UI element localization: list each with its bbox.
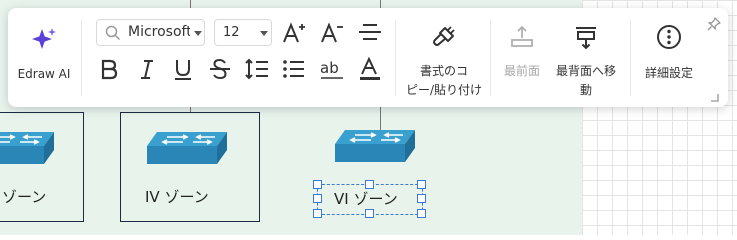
format-painter-button[interactable]: 書式のコ ピー/貼り付け <box>398 8 490 107</box>
increase-font-size-button[interactable] <box>281 20 307 46</box>
pin-icon <box>707 17 721 31</box>
font-color-icon <box>360 56 380 80</box>
font-decrease-icon <box>321 22 343 43</box>
separator <box>81 20 82 96</box>
resize-handle[interactable] <box>417 180 426 189</box>
details-label: 詳細設定 <box>644 66 693 80</box>
bullet-list-button[interactable] <box>281 56 307 82</box>
line-spacing-icon <box>245 58 268 80</box>
chevron-down-icon <box>194 31 202 36</box>
zone-label[interactable]: VI ゾーン <box>334 188 398 209</box>
send-to-back-icon <box>576 27 596 50</box>
svg-text:ab: ab <box>320 59 339 77</box>
resize-handle[interactable] <box>417 194 426 203</box>
italic-button[interactable] <box>134 56 160 82</box>
format-painter-label: 書式のコ ピー/貼り付け <box>405 64 483 97</box>
pin-toolbar-button[interactable] <box>706 16 722 32</box>
strikethrough-button[interactable] <box>207 56 233 82</box>
align-center-icon <box>359 24 381 40</box>
bold-icon <box>101 59 118 80</box>
underline-icon <box>175 60 191 80</box>
resize-handle[interactable] <box>313 209 322 218</box>
decrease-font-size-button[interactable] <box>319 20 345 46</box>
edraw-ai-button[interactable]: Edraw AI <box>8 8 80 107</box>
bring-to-front-icon <box>511 25 533 47</box>
bring-to-front-label: 最前面 <box>503 64 540 78</box>
search-icon <box>105 25 121 41</box>
resize-handle[interactable] <box>417 209 426 218</box>
separator <box>490 20 491 96</box>
send-to-back-label: 最背面へ移 動 <box>555 64 616 97</box>
line-spacing-button[interactable] <box>244 56 270 82</box>
paintbrush-icon <box>433 26 455 46</box>
network-switch-icon[interactable] <box>143 128 233 172</box>
sparkle-icon <box>32 28 56 49</box>
more-options-icon <box>657 25 681 49</box>
zone-label: IV ゾーン <box>145 188 209 206</box>
edraw-ai-label: Edraw AI <box>17 67 71 81</box>
bold-button[interactable] <box>96 56 122 82</box>
resize-corner-icon <box>711 94 719 102</box>
font-size-value: 12 <box>223 25 240 40</box>
zone-label: ゾーン <box>2 188 47 206</box>
font-size-select[interactable]: 12 <box>214 19 272 46</box>
details-button[interactable]: 詳細設定 <box>634 8 704 107</box>
resize-handle[interactable] <box>365 209 374 218</box>
underline-button[interactable] <box>170 56 196 82</box>
send-to-back-button[interactable]: 最背面へ移 動 <box>550 8 622 107</box>
font-increase-icon <box>283 22 305 43</box>
bring-to-front-button[interactable]: 最前面 <box>494 8 550 107</box>
resize-handle[interactable] <box>313 180 322 189</box>
floating-toolbar: Edraw AI Microsoft 12 ab 書式のコ ピー/貼り付け 最前… <box>8 8 728 107</box>
separator <box>395 20 396 96</box>
strikethrough-icon <box>210 58 230 80</box>
font-color-button[interactable] <box>357 56 383 82</box>
chevron-down-icon <box>260 31 268 36</box>
network-switch-icon[interactable] <box>331 126 421 170</box>
separator <box>630 20 631 96</box>
network-switch-icon[interactable] <box>0 128 60 172</box>
text-case-button[interactable]: ab <box>319 56 345 82</box>
resize-handle[interactable] <box>313 194 322 203</box>
text-align-button[interactable] <box>357 20 383 46</box>
text-case-icon: ab <box>320 59 343 79</box>
font-family-select[interactable]: Microsoft <box>96 19 205 46</box>
font-family-value: Microsoft <box>128 24 190 40</box>
toolbar-resize-handle[interactable] <box>708 88 720 102</box>
bullet-list-icon <box>283 60 304 78</box>
italic-icon <box>141 60 153 79</box>
